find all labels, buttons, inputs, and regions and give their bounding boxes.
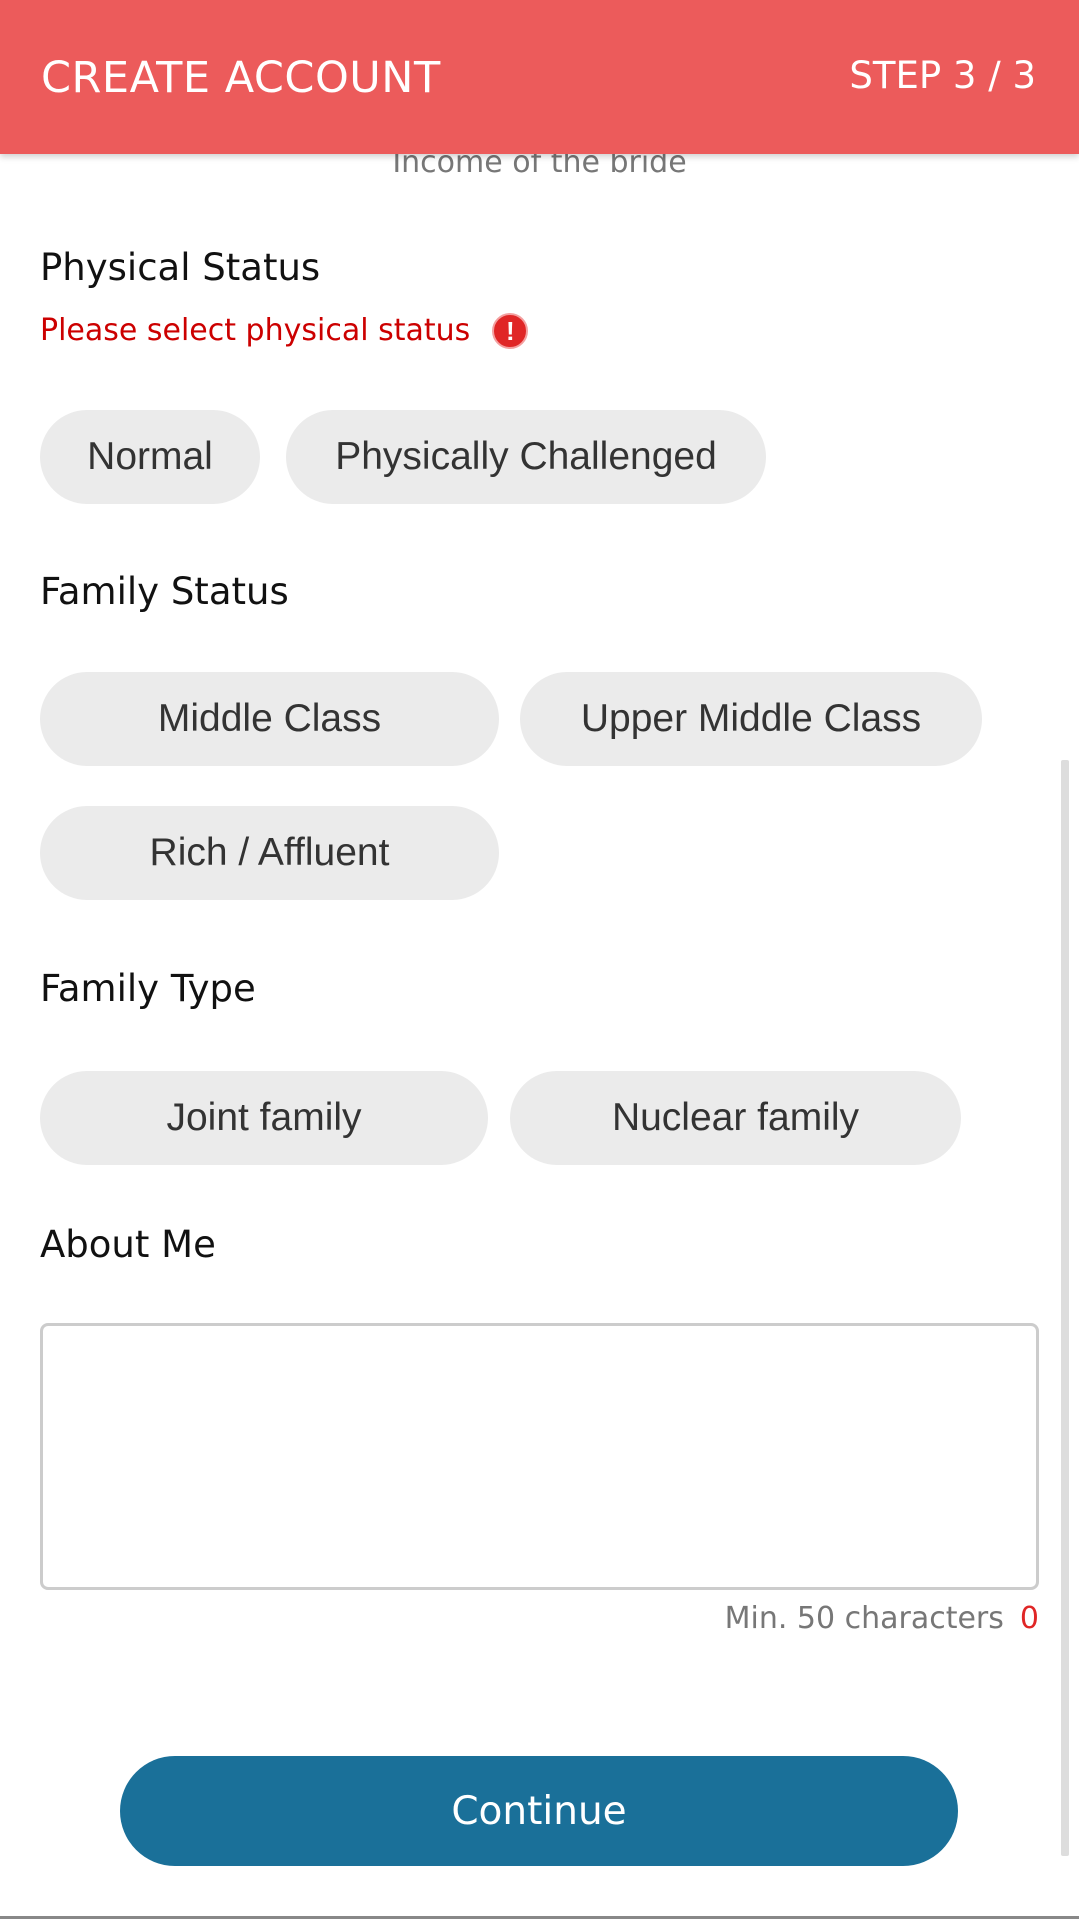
vertical-scrollbar[interactable] <box>1061 760 1069 1856</box>
chip-normal[interactable]: Normal <box>40 410 260 504</box>
family-status-title: Family Status <box>40 570 289 613</box>
physical-status-error-text: Please select physical status <box>40 313 471 348</box>
chip-joint-family[interactable]: Joint family <box>40 1071 488 1165</box>
character-counter: Min. 50 characters 0 <box>725 1598 1039 1640</box>
chip-middle-class[interactable]: Middle Class <box>40 672 499 766</box>
about-me-textarea[interactable] <box>40 1323 1039 1590</box>
about-me-title: About Me <box>40 1223 216 1266</box>
exclamation-circle-icon: ! <box>492 313 529 349</box>
chip-rich-affluent[interactable]: Rich / Affluent <box>40 806 499 900</box>
chip-nuclear-family[interactable]: Nuclear family <box>510 1071 961 1165</box>
continue-button[interactable]: Continue <box>120 1756 958 1866</box>
chip-physically-challenged[interactable]: Physically Challenged <box>286 410 766 504</box>
step-indicator: STEP 3 / 3 <box>849 54 1036 97</box>
physical-status-error: Please select physical status ! <box>40 310 529 352</box>
family-type-title: Family Type <box>40 967 256 1010</box>
physical-status-title: Physical Status <box>40 246 321 289</box>
character-count: 0 <box>1019 1601 1039 1636</box>
page-title: CREATE ACCOUNT <box>41 53 441 103</box>
chip-upper-middle-class[interactable]: Upper Middle Class <box>520 672 982 766</box>
form-scroll-area[interactable]: Income of the bride Physical Status Plea… <box>0 0 1079 1919</box>
app-header: CREATE ACCOUNT STEP 3 / 3 <box>0 0 1079 154</box>
min-characters-label: Min. 50 characters <box>724 1601 1004 1636</box>
